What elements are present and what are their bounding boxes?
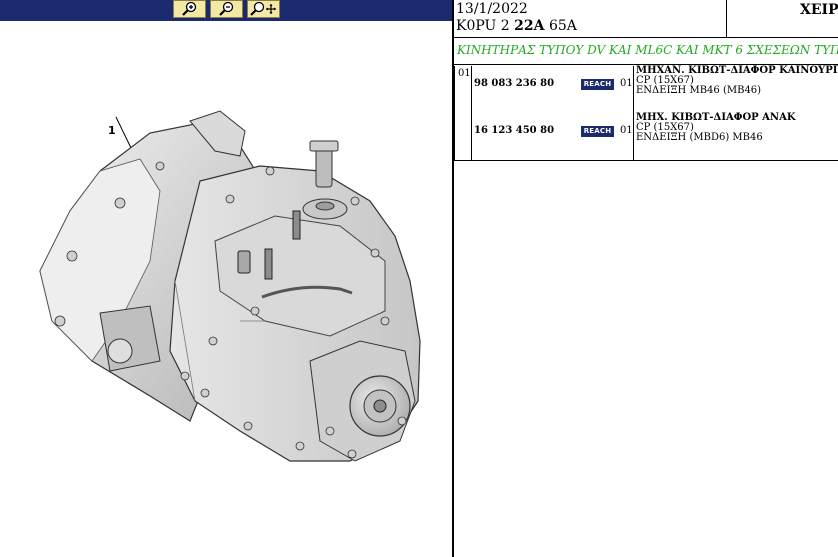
magnifier-minus-icon (218, 1, 236, 17)
group-title: ΚΙΝΗΤΗΡΑΣ ΤΥΠΟΥ DV ΚΑΙ ML6C ΚΑΙ MKT 6 ΣΧ… (457, 43, 838, 57)
gearbox-illustration: 1 (0, 21, 452, 557)
parts-list-pane: 13/1/2022 K0PU 2 22A 65A ΧΕΙΡ ΚΙΝΗΤΗΡΑΣ … (454, 0, 838, 557)
figure-index: 01 (458, 68, 471, 79)
vehicle-code: K0PU 2 22A 65A (456, 18, 577, 34)
column-divider (471, 66, 472, 161)
part-description: ΜΗΧ. ΚΙΒΩΤ-ΔΙΑΦΟΡ ΑΝΑΚ CP (15X67) ΕΝΔΕΙΞ… (636, 113, 838, 143)
section-label: ΧΕΙΡ (800, 2, 838, 18)
part-description: ΜΗΧΑΝ. ΚΙΒΩΤ-ΔΙΑΦΟΡ ΚΑΙΝΟΥΡΓΙΟ CP (15X67… (636, 66, 838, 96)
gearbox-drawing (39, 110, 421, 462)
header: 13/1/2022 K0PU 2 22A 65A ΧΕΙΡ (454, 0, 838, 38)
callout-number: 1 (108, 124, 116, 137)
reach-badge[interactable]: REACH (581, 79, 614, 90)
parts-table: 01 98 083 236 80 REACH 01 ΜΗΧΑΝ. ΚΙΒΩΤ-Δ… (454, 66, 838, 161)
vehicle-code-prefix: K0PU 2 (456, 18, 515, 34)
zoom-toolbar (0, 0, 452, 21)
illustration-pane: 1 (0, 0, 452, 557)
reach-badge[interactable]: REACH (581, 126, 614, 137)
part-quantity: 01 (620, 125, 633, 136)
part-reference[interactable]: 16 123 450 80 (474, 125, 554, 136)
pan-button[interactable] (247, 0, 280, 18)
magnifier-plus-icon (181, 1, 199, 17)
zoom-out-button[interactable] (210, 0, 243, 18)
group-title-bar: ΚΙΝΗΤΗΡΑΣ ΤΥΠΟΥ DV ΚΑΙ ML6C ΚΑΙ MKT 6 ΣΧ… (454, 39, 838, 65)
part-quantity: 01 (620, 78, 633, 89)
column-divider (633, 66, 634, 161)
zoom-in-button[interactable] (173, 0, 206, 18)
magnifier-move-icon (249, 1, 278, 17)
part-marking: ΕΝΔΕΙΞΗ MB46 (MB46) (636, 85, 762, 96)
part-marking: ΕΝΔΕΙΞΗ (MBD6) MB46 (636, 132, 763, 143)
vehicle-code-suffix: 65A (544, 18, 577, 34)
header-separator (726, 0, 727, 38)
part-reference[interactable]: 98 083 236 80 (474, 78, 554, 89)
vehicle-code-bold: 22A (514, 18, 545, 34)
header-date: 13/1/2022 (456, 1, 528, 17)
